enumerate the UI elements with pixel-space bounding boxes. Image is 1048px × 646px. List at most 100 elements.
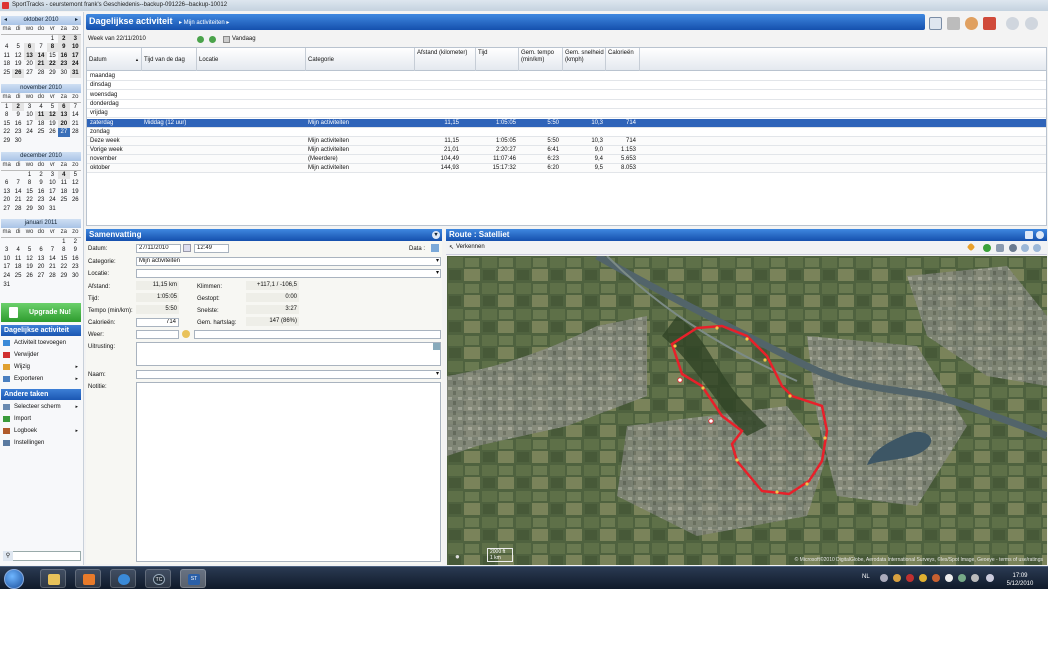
calendar-day[interactable]: 3 (1, 246, 12, 255)
calendar-day[interactable]: 21 (35, 60, 47, 69)
calendar-day[interactable]: 16 (58, 51, 70, 61)
calendar-day[interactable]: 21 (47, 263, 58, 272)
tray-flag-icon[interactable] (971, 574, 979, 582)
map-attribution[interactable]: © Microsoft©2010 DigitalGlobe, Aerodata … (795, 557, 1043, 563)
start-button-icon[interactable] (4, 569, 24, 589)
calendar-day[interactable]: 27 (1, 205, 12, 214)
tools-icon[interactable] (947, 17, 960, 30)
menu-item-exporteren[interactable]: Exporteren ▸ (3, 375, 81, 383)
language-indicator[interactable]: NL (862, 574, 870, 580)
calendar-day[interactable]: 4 (58, 170, 70, 180)
calendar-view-icon[interactable] (929, 17, 942, 30)
calendar-day[interactable]: 26 (47, 128, 58, 137)
calendar-day[interactable]: 7 (47, 246, 58, 255)
calendar-day[interactable]: 10 (47, 179, 58, 188)
column-header[interactable]: Categorie (306, 48, 415, 71)
map-collapse-icon[interactable] (1036, 231, 1044, 239)
table-row[interactable]: zondag (87, 128, 1046, 137)
calendar-day[interactable]: 6 (23, 43, 36, 52)
menu-item-import[interactable]: Import (3, 415, 81, 423)
calendar-day[interactable]: 1 (58, 238, 69, 247)
calendar-day[interactable]: 18 (35, 120, 46, 129)
calendar-day[interactable]: 23 (12, 128, 23, 137)
calendar-day[interactable]: 5 (12, 43, 23, 52)
summary-row[interactable]: Vorige week Mijn activiteiten 21,01 2:20:27… (87, 146, 1046, 155)
breadcrumb[interactable]: ▸ Mijn activiteiten ▸ (179, 19, 229, 26)
column-header[interactable]: Gem. snelheid (kmph) (563, 48, 606, 71)
calendar-day[interactable]: 2 (70, 238, 81, 247)
today-button[interactable]: Vandaag (232, 36, 256, 42)
zoom-out-icon[interactable] (1033, 244, 1041, 252)
calendar-day[interactable]: 23 (58, 60, 70, 69)
calendar-day[interactable]: 25 (58, 196, 69, 205)
satellite-map[interactable]: ● 2000 ft 1 km © Microsoft©2010 DigitalG… (447, 256, 1047, 565)
taskbar-sporttracks[interactable]: ST (180, 569, 206, 588)
tray-fire-icon[interactable] (932, 574, 940, 582)
next-month-icon[interactable]: ▸ (75, 16, 78, 25)
calendar-day[interactable]: 20 (58, 119, 70, 129)
weather-icon[interactable] (182, 330, 190, 338)
calendar-day[interactable]: 21 (70, 120, 81, 129)
taskbar-media[interactable] (75, 569, 101, 588)
calendar-day[interactable]: 24 (24, 128, 35, 137)
calendar-day[interactable]: 31 (69, 68, 81, 78)
volume-icon[interactable] (986, 574, 994, 582)
menu-item-activiteit-toevoegen[interactable]: Activiteit toevoegen (3, 339, 81, 347)
calendar-day[interactable]: 19 (12, 60, 23, 69)
clock[interactable]: 17:09 5/12/2010 (1002, 572, 1038, 588)
calendar-day[interactable]: 1 (1, 103, 12, 112)
calendar-day[interactable]: 30 (70, 272, 81, 281)
calendar-day[interactable]: 24 (69, 60, 81, 69)
route-end-marker[interactable] (708, 418, 714, 424)
calendar-day[interactable]: 2 (58, 34, 70, 44)
calendar-day[interactable]: 11 (1, 52, 12, 61)
upgrade-button[interactable]: Upgrade Nu! (1, 303, 81, 322)
calendar-day[interactable]: 12 (70, 179, 81, 188)
calendar-day[interactable]: 9 (12, 111, 23, 120)
calendar-day[interactable]: 12 (46, 111, 59, 120)
left-search-input[interactable]: ⚲ (3, 551, 81, 561)
calendar-day[interactable]: 18 (12, 263, 23, 272)
equipment-field[interactable] (136, 342, 441, 366)
calendar-day[interactable]: 13 (1, 188, 12, 197)
calendar-day[interactable]: 16 (35, 188, 46, 197)
column-header[interactable]: Tijd van de dag (142, 48, 197, 71)
table-row[interactable]: zaterdag Middag (12 uur) Mijn activiteiten… (87, 118, 1046, 128)
calendar-day[interactable]: 31 (1, 281, 12, 290)
calendar-day[interactable]: 14 (12, 188, 23, 197)
calendar-day[interactable]: 2 (12, 102, 24, 112)
calendar-day[interactable]: 29 (24, 205, 35, 214)
calendar-day[interactable]: 19 (47, 120, 58, 129)
daily-activity-panel-header[interactable]: Dagelijkse activiteit (1, 325, 81, 336)
other-tasks-panel-header[interactable]: Andere taken (1, 389, 81, 400)
calendar-day[interactable]: 27 (35, 272, 46, 281)
calendar-day[interactable]: 22 (1, 128, 12, 137)
prev-week-icon[interactable] (197, 36, 204, 43)
tray-app-icon[interactable] (893, 574, 901, 582)
calendar-day[interactable]: 10 (69, 43, 81, 52)
calendar-day[interactable]: 26 (24, 272, 35, 281)
calendar-day[interactable]: 27 (58, 128, 70, 137)
calendar-day[interactable]: 22 (24, 196, 35, 205)
summary-row[interactable]: Deze week Mijn activiteiten 11,15 1:05:05 5:… (87, 137, 1046, 146)
calendar-day[interactable]: 29 (58, 272, 69, 281)
map-options-icon[interactable] (1025, 231, 1033, 239)
table-row[interactable]: maandag (87, 72, 1046, 81)
menu-item-selecteer-scherm[interactable]: Selecteer scherm ▸ (3, 403, 81, 411)
logbook-icon[interactable] (983, 17, 996, 30)
column-header[interactable]: Gem. tempo (min/km) (519, 48, 563, 71)
calendar-day[interactable]: 16 (12, 120, 23, 129)
marker-icon[interactable] (966, 242, 976, 252)
collapse-icon[interactable]: ▾ (432, 231, 440, 239)
calendar-day[interactable]: 14 (70, 111, 81, 120)
calendar-day[interactable]: 30 (35, 205, 46, 214)
menu-item-instellingen[interactable]: Instellingen (3, 439, 81, 447)
calendar-day[interactable]: 8 (24, 179, 35, 188)
calendar-day[interactable]: 9 (70, 246, 81, 255)
calendar-day[interactable]: 30 (58, 69, 69, 78)
calendar-day[interactable]: 13 (58, 111, 70, 120)
calendar-day[interactable]: 15 (47, 52, 58, 61)
calendar-day[interactable]: 4 (1, 43, 12, 52)
calendar-day[interactable]: 15 (58, 255, 69, 264)
calendar-day[interactable]: 23 (70, 263, 81, 272)
